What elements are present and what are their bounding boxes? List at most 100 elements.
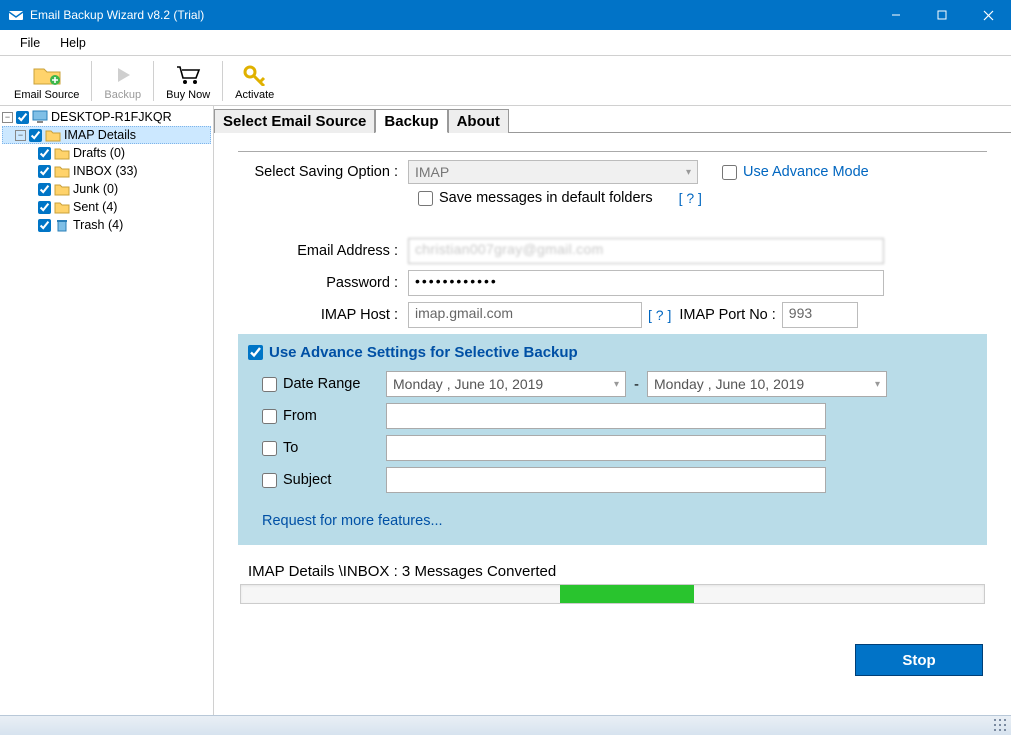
- toolbar-separator: [153, 61, 154, 101]
- tree-folder-sent[interactable]: Sent (4): [2, 198, 211, 216]
- menu-file[interactable]: File: [10, 33, 50, 53]
- advance-mode-checkbox[interactable]: [722, 165, 737, 180]
- email-label: Email Address :: [238, 243, 408, 259]
- request-features-link[interactable]: Request for more features...: [262, 513, 443, 529]
- collapse-icon[interactable]: −: [15, 130, 26, 141]
- to-label: To: [283, 440, 298, 456]
- key-icon: [242, 61, 268, 89]
- tree-folder-inbox[interactable]: INBOX (33): [2, 162, 211, 180]
- status-bar: [0, 715, 1011, 735]
- tab-select-source[interactable]: Select Email Source: [214, 109, 375, 133]
- advance-settings-header: Use Advance Settings for Selective Backu…: [269, 344, 578, 361]
- toolbar: Email Source Backup Buy Now Activate: [0, 56, 1011, 106]
- date-range-dash: -: [626, 376, 647, 393]
- from-checkbox[interactable]: [262, 409, 277, 424]
- cart-icon: [175, 61, 201, 89]
- date-range-checkbox[interactable]: [262, 377, 277, 392]
- tree-label: IMAP Details: [64, 128, 136, 142]
- app-icon: [8, 7, 24, 23]
- tree-label: DESKTOP-R1FJKQR: [51, 110, 172, 124]
- saving-option-select[interactable]: IMAP ▾: [408, 160, 698, 184]
- inbox-icon: [54, 163, 70, 179]
- toolbar-label: Backup: [104, 89, 141, 101]
- toolbar-separator: [91, 61, 92, 101]
- sent-icon: [54, 199, 70, 215]
- tree-folder-trash[interactable]: Trash (4): [2, 216, 211, 234]
- email-input[interactable]: christian007gray@gmail.com: [408, 238, 884, 264]
- tree-checkbox[interactable]: [38, 147, 51, 160]
- window-title: Email Backup Wizard v8.2 (Trial): [30, 8, 873, 22]
- save-default-checkbox[interactable]: [418, 191, 433, 206]
- toolbar-separator: [222, 61, 223, 101]
- folder-icon: [45, 127, 61, 143]
- saving-option-label: Select Saving Option :: [238, 164, 408, 180]
- date-to-picker[interactable]: Monday , June 10, 2019▾: [647, 371, 887, 397]
- buy-now-button[interactable]: Buy Now: [158, 57, 218, 105]
- backup-button[interactable]: Backup: [96, 57, 149, 105]
- tree-label: INBOX (33): [73, 164, 138, 178]
- tree-checkbox[interactable]: [38, 183, 51, 196]
- trash-icon: [54, 217, 70, 233]
- tree-checkbox[interactable]: [16, 111, 29, 124]
- subject-input[interactable]: [386, 467, 826, 493]
- tab-backup[interactable]: Backup: [375, 109, 447, 133]
- tree-folder-junk[interactable]: Junk (0): [2, 180, 211, 198]
- to-input[interactable]: [386, 435, 826, 461]
- menu-help[interactable]: Help: [50, 33, 96, 53]
- window-buttons: [873, 0, 1011, 30]
- progress-fill: [560, 585, 694, 603]
- menu-bar: File Help: [0, 30, 1011, 56]
- work-area: − DESKTOP-R1FJKQR − IMAP Details Drafts …: [0, 106, 1011, 715]
- subject-checkbox[interactable]: [262, 473, 277, 488]
- minimize-button[interactable]: [873, 0, 919, 30]
- main-pane: Select Email Source Backup About Select …: [214, 106, 1011, 715]
- tree-label: Junk (0): [73, 182, 118, 196]
- save-default-label: Save messages in default folders: [439, 190, 653, 206]
- tree-checkbox[interactable]: [38, 201, 51, 214]
- maximize-button[interactable]: [919, 0, 965, 30]
- saving-option-value: IMAP: [415, 164, 449, 180]
- advance-mode-link[interactable]: Use Advance Mode: [743, 164, 869, 180]
- to-checkbox[interactable]: [262, 441, 277, 456]
- tree-checkbox[interactable]: [38, 219, 51, 232]
- tree-label: Trash (4): [73, 218, 123, 232]
- chevron-down-icon: ▾: [686, 167, 691, 178]
- email-source-button[interactable]: Email Source: [6, 57, 87, 105]
- tree-imap-details[interactable]: − IMAP Details: [2, 126, 211, 144]
- tree-checkbox[interactable]: [38, 165, 51, 178]
- tree-root[interactable]: − DESKTOP-R1FJKQR: [2, 108, 211, 126]
- close-button[interactable]: [965, 0, 1011, 30]
- toolbar-label: Activate: [235, 89, 274, 101]
- host-input[interactable]: imap.gmail.com: [408, 302, 642, 328]
- tab-strip: Select Email Source Backup About: [214, 108, 1011, 133]
- password-label: Password :: [238, 275, 408, 291]
- chevron-down-icon: ▾: [614, 379, 619, 390]
- tree-label: Sent (4): [73, 200, 117, 214]
- backup-tab-content: Select Saving Option : IMAP ▾ Use Advanc…: [214, 133, 1011, 715]
- tab-about[interactable]: About: [448, 109, 509, 133]
- password-input[interactable]: ••••••••••••: [408, 270, 884, 296]
- stop-button[interactable]: Stop: [855, 644, 983, 676]
- play-icon: [112, 61, 134, 89]
- date-range-label: Date Range: [283, 376, 360, 392]
- port-label: IMAP Port No :: [679, 307, 775, 323]
- advance-settings-panel: Use Advance Settings for Selective Backu…: [238, 334, 987, 545]
- title-bar: Email Backup Wizard v8.2 (Trial): [0, 0, 1011, 30]
- toolbar-label: Email Source: [14, 89, 79, 101]
- from-input[interactable]: [386, 403, 826, 429]
- date-from-picker[interactable]: Monday , June 10, 2019▾: [386, 371, 626, 397]
- folder-plus-icon: [32, 61, 62, 89]
- tree-checkbox[interactable]: [29, 129, 42, 142]
- folder-tree[interactable]: − DESKTOP-R1FJKQR − IMAP Details Drafts …: [0, 106, 214, 715]
- toolbar-label: Buy Now: [166, 89, 210, 101]
- host-help[interactable]: [ ? ]: [642, 307, 677, 323]
- activate-button[interactable]: Activate: [227, 57, 282, 105]
- port-input[interactable]: 993: [782, 302, 858, 328]
- tree-folder-drafts[interactable]: Drafts (0): [2, 144, 211, 162]
- drafts-icon: [54, 145, 70, 161]
- from-label: From: [283, 408, 317, 424]
- advance-settings-checkbox[interactable]: [248, 345, 263, 360]
- resize-grip-icon[interactable]: [994, 719, 1007, 732]
- collapse-icon[interactable]: −: [2, 112, 13, 123]
- save-default-help[interactable]: [ ? ]: [673, 190, 708, 206]
